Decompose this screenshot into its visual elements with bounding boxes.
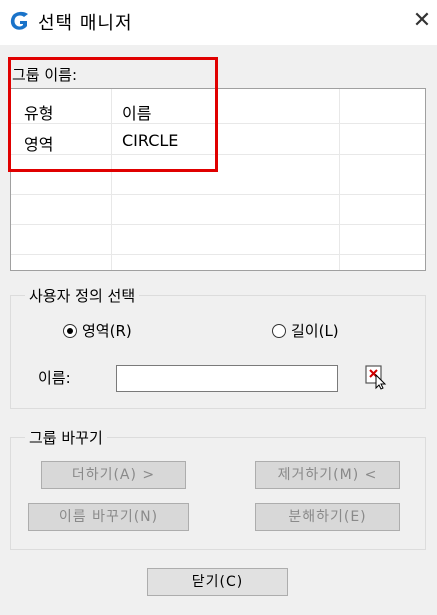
close-button[interactable]: 닫기(C) — [147, 568, 288, 596]
table-row[interactable] — [11, 195, 425, 225]
window-title: 선택 매니저 — [38, 13, 133, 34]
select-objects-icon[interactable] — [364, 364, 388, 390]
name-input[interactable] — [116, 365, 338, 392]
radio-button-length[interactable] — [272, 323, 286, 338]
rename-button[interactable]: 이름 바꾸기(N) — [28, 503, 189, 531]
explode-button[interactable]: 분해하기(E) — [255, 503, 400, 531]
table-row[interactable] — [11, 225, 425, 255]
radio-button-area[interactable] — [63, 323, 77, 338]
highlight-box — [8, 57, 218, 172]
app-logo-icon — [10, 11, 28, 30]
radio-area[interactable]: 영역(R) — [63, 320, 132, 341]
remove-button[interactable]: 제거하기(M) < — [255, 461, 400, 489]
radio-length[interactable]: 길이(L) — [272, 320, 339, 341]
group-change-title: 그룹 바꾸기 — [29, 429, 103, 447]
add-button[interactable]: 더하기(A) > — [41, 461, 186, 489]
custom-selection-title: 사용자 정의 선택 — [29, 287, 136, 305]
radio-area-label: 영역(R) — [82, 322, 132, 340]
name-label: 이름: — [38, 369, 71, 387]
radio-length-label: 길이(L) — [291, 322, 339, 340]
close-icon[interactable]: ✕ — [412, 10, 432, 32]
